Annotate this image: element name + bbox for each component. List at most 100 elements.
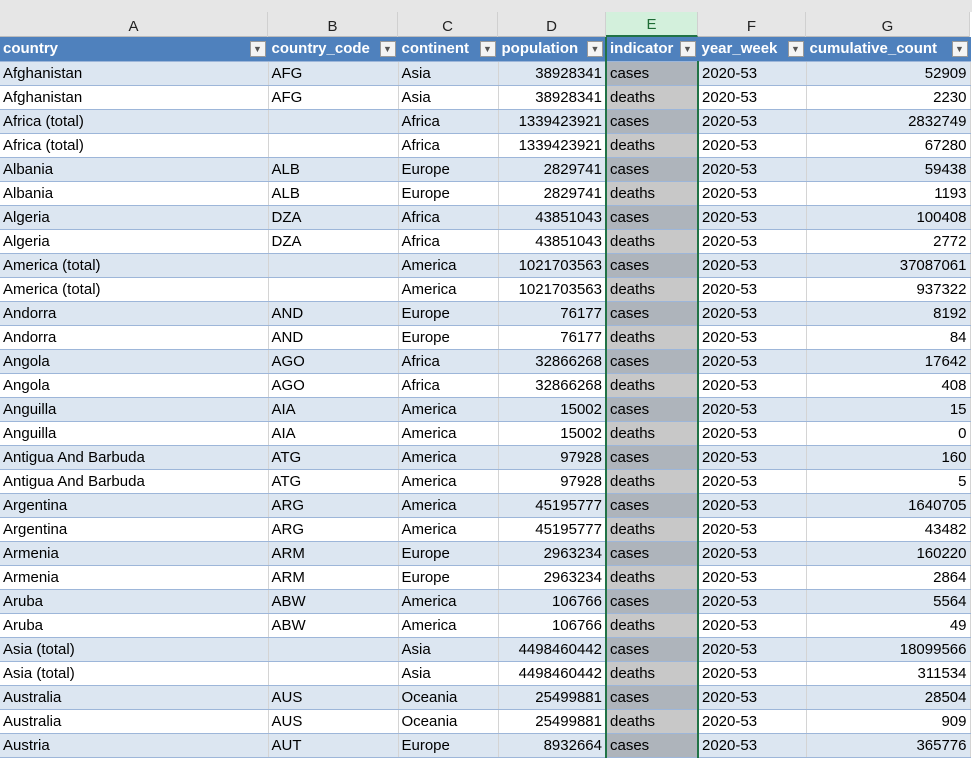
cell-country[interactable]: America (total) xyxy=(0,253,269,278)
cell-country[interactable]: Anguilla xyxy=(0,397,269,422)
filter-dropdown-icon[interactable]: ▼ xyxy=(379,41,396,57)
cell-country[interactable]: Antigua And Barbuda xyxy=(0,469,269,494)
filter-dropdown-icon[interactable]: ▼ xyxy=(679,41,696,57)
cell-continent[interactable]: Africa xyxy=(398,373,499,398)
cell-continent[interactable]: Asia xyxy=(398,661,499,686)
cell-cumulative_count[interactable]: 59438 xyxy=(806,157,971,182)
cell-continent[interactable]: Europe xyxy=(398,325,499,350)
cell-indicator[interactable]: cases xyxy=(605,493,699,518)
header-cell[interactable]: population ▼ xyxy=(498,37,607,62)
cell-cumulative_count[interactable]: 2230 xyxy=(806,85,971,110)
cell-country[interactable]: Austria xyxy=(0,733,269,758)
cell-indicator[interactable]: deaths xyxy=(605,565,699,590)
cell-cumulative_count[interactable]: 311534 xyxy=(806,661,971,686)
cell-population[interactable]: 32866268 xyxy=(498,373,607,398)
cell-cumulative_count[interactable]: 2772 xyxy=(806,229,971,254)
cell-population[interactable]: 1339423921 xyxy=(498,133,607,158)
cell-indicator[interactable]: cases xyxy=(605,109,699,134)
cell-year_week[interactable]: 2020-53 xyxy=(698,541,807,566)
cell-country[interactable]: Argentina xyxy=(0,493,269,518)
cell-indicator[interactable]: deaths xyxy=(605,325,699,350)
cell-indicator[interactable]: cases xyxy=(605,157,699,182)
cell-indicator[interactable]: cases xyxy=(605,61,699,86)
cell-cumulative_count[interactable]: 8192 xyxy=(806,301,971,326)
cell-country_code[interactable]: DZA xyxy=(268,229,399,254)
cell-indicator[interactable]: cases xyxy=(605,349,699,374)
cell-country[interactable]: Angola xyxy=(0,373,269,398)
cell-country_code[interactable]: ALB xyxy=(268,181,399,206)
cell-country_code[interactable]: ARG xyxy=(268,517,399,542)
cell-continent[interactable]: Oceania xyxy=(398,709,499,734)
cell-continent[interactable]: America xyxy=(398,421,499,446)
header-cell[interactable]: country ▼ xyxy=(0,37,269,62)
cell-continent[interactable]: America xyxy=(398,589,499,614)
cell-continent[interactable]: America xyxy=(398,445,499,470)
header-cell[interactable]: year_week ▼ xyxy=(698,37,807,62)
cell-country_code[interactable] xyxy=(268,253,399,278)
cell-population[interactable]: 106766 xyxy=(498,589,607,614)
cell-year_week[interactable]: 2020-53 xyxy=(698,445,807,470)
cell-cumulative_count[interactable]: 18099566 xyxy=(806,637,971,662)
cell-population[interactable]: 45195777 xyxy=(498,517,607,542)
cell-indicator[interactable]: cases xyxy=(605,397,699,422)
cell-year_week[interactable]: 2020-53 xyxy=(698,253,807,278)
cell-country_code[interactable]: ABW xyxy=(268,613,399,638)
column-header-e[interactable]: E xyxy=(606,12,698,37)
cell-country[interactable]: Albania xyxy=(0,181,269,206)
cell-continent[interactable]: Europe xyxy=(398,733,499,758)
cell-year_week[interactable]: 2020-53 xyxy=(698,685,807,710)
cell-cumulative_count[interactable]: 160 xyxy=(806,445,971,470)
cell-continent[interactable]: Africa xyxy=(398,109,499,134)
cell-country[interactable]: Australia xyxy=(0,685,269,710)
filter-dropdown-icon[interactable]: ▼ xyxy=(587,41,603,57)
cell-year_week[interactable]: 2020-53 xyxy=(698,325,807,350)
cell-year_week[interactable]: 2020-53 xyxy=(698,349,807,374)
cell-cumulative_count[interactable]: 160220 xyxy=(806,541,971,566)
cell-indicator[interactable]: cases xyxy=(605,637,699,662)
cell-year_week[interactable]: 2020-53 xyxy=(698,565,807,590)
cell-year_week[interactable]: 2020-53 xyxy=(698,613,807,638)
cell-country_code[interactable]: AUS xyxy=(268,685,399,710)
cell-country[interactable]: Armenia xyxy=(0,541,269,566)
cell-country[interactable]: Algeria xyxy=(0,205,269,230)
cell-country[interactable]: Aruba xyxy=(0,613,269,638)
cell-indicator[interactable]: deaths xyxy=(605,181,699,206)
column-header-d[interactable]: D xyxy=(498,12,606,37)
cell-cumulative_count[interactable]: 1193 xyxy=(806,181,971,206)
cell-population[interactable]: 97928 xyxy=(498,469,607,494)
cell-continent[interactable]: America xyxy=(398,613,499,638)
cell-continent[interactable]: Europe xyxy=(398,157,499,182)
cell-continent[interactable]: Africa xyxy=(398,133,499,158)
cell-country_code[interactable]: AUS xyxy=(268,709,399,734)
cell-country_code[interactable]: AGO xyxy=(268,373,399,398)
cell-continent[interactable]: Europe xyxy=(398,301,499,326)
cell-population[interactable]: 15002 xyxy=(498,397,607,422)
cell-country[interactable]: Angola xyxy=(0,349,269,374)
header-cell[interactable]: country_code ▼ xyxy=(268,37,399,62)
cell-population[interactable]: 1339423921 xyxy=(498,109,607,134)
cell-indicator[interactable]: deaths xyxy=(605,277,699,302)
cell-population[interactable]: 2829741 xyxy=(498,181,607,206)
cell-population[interactable]: 97928 xyxy=(498,445,607,470)
cell-country_code[interactable]: AGO xyxy=(268,349,399,374)
cell-indicator[interactable]: deaths xyxy=(605,133,699,158)
cell-indicator[interactable]: cases xyxy=(605,253,699,278)
cell-population[interactable]: 45195777 xyxy=(498,493,607,518)
cell-population[interactable]: 4498460442 xyxy=(498,661,607,686)
cell-continent[interactable]: Oceania xyxy=(398,685,499,710)
cell-indicator[interactable]: cases xyxy=(605,445,699,470)
cell-cumulative_count[interactable]: 2864 xyxy=(806,565,971,590)
cell-country[interactable]: Asia (total) xyxy=(0,661,269,686)
cell-year_week[interactable]: 2020-53 xyxy=(698,109,807,134)
cell-country[interactable]: Andorra xyxy=(0,301,269,326)
cell-population[interactable]: 1021703563 xyxy=(498,277,607,302)
cell-population[interactable]: 15002 xyxy=(498,421,607,446)
cell-cumulative_count[interactable]: 0 xyxy=(806,421,971,446)
cell-country_code[interactable]: ARM xyxy=(268,541,399,566)
cell-cumulative_count[interactable]: 365776 xyxy=(806,733,971,758)
cell-country_code[interactable]: ARG xyxy=(268,493,399,518)
cell-year_week[interactable]: 2020-53 xyxy=(698,397,807,422)
cell-country[interactable]: Antigua And Barbuda xyxy=(0,445,269,470)
cell-country[interactable]: Argentina xyxy=(0,517,269,542)
cell-continent[interactable]: America xyxy=(398,469,499,494)
